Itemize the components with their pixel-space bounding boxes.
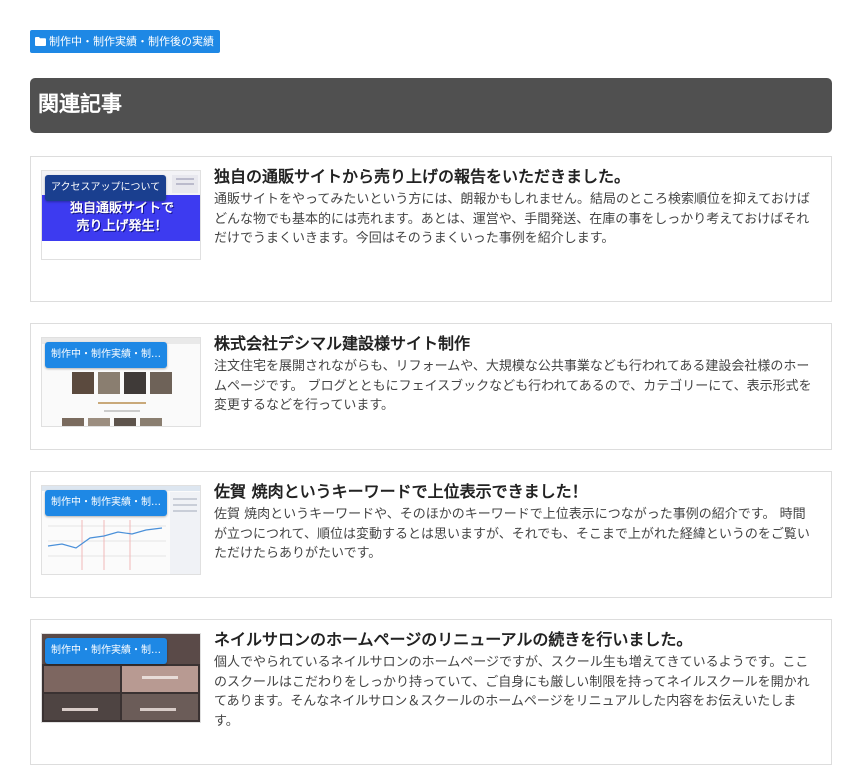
related-articles-heading: 関連記事 <box>30 78 832 133</box>
article-title-link[interactable]: 株式会社デシマル建設様サイト制作 <box>214 332 824 356</box>
article-excerpt: 注文住宅を展開されながらも、リフォームや、大規模な公共事業なども行われてある建設… <box>214 359 812 413</box>
page: 制作中・制作実績・制作後の実績 関連記事 独自通販サイトで 売り上げ発生！ アクセ… <box>0 0 851 780</box>
article-thumbnail[interactable]: 独自通販サイトで 売り上げ発生！ アクセスアップについて <box>41 170 201 260</box>
related-article-card[interactable]: 独自通販サイトで 売り上げ発生！ アクセスアップについて 独自の通販サイトから売り… <box>30 156 832 302</box>
article-category-badge: アクセスアップについて <box>45 175 167 201</box>
related-article-card[interactable]: 制作中・制作実績・制… 佐賀 焼肉というキーワードで上位表示できました！ 佐賀 … <box>30 471 832 598</box>
article-thumbnail[interactable]: 制作中・制作実績・制… <box>41 633 201 723</box>
category-tag-label: 制作中・制作実績・制作後の実績 <box>49 35 214 48</box>
category-tag-link[interactable]: 制作中・制作実績・制作後の実績 <box>30 30 220 53</box>
article-thumbnail[interactable]: 制作中・制作実績・制… <box>41 337 201 427</box>
article-title-link[interactable]: 独自の通販サイトから売り上げの報告をいただきました。 <box>214 165 824 189</box>
article-excerpt: 佐賀 焼肉というキーワードや、そのほかのキーワードで上位表示につながった事例の紹… <box>214 507 810 561</box>
article-category-badge: 制作中・制作実績・制… <box>45 342 167 368</box>
related-article-card[interactable]: 制作中・制作実績・制… ネイルサロンのホームページのリニューアルの続きを行いまし… <box>30 619 832 765</box>
article-excerpt: 個人でやられているネイルサロンのホームページですが、スクール生も増えてきているよ… <box>214 655 810 729</box>
article-category-badge: 制作中・制作実績・制… <box>45 490 167 516</box>
article-title-link[interactable]: ネイルサロンのホームページのリニューアルの続きを行いました。 <box>214 628 824 652</box>
thumbnail-text: 独自通販サイトで 売り上げ発生！ <box>69 201 174 234</box>
article-excerpt: 通販サイトをやってみたいという方には、朗報かもしれません。結局のところ検索順位を… <box>214 192 810 246</box>
folder-icon <box>35 37 46 46</box>
related-article-card[interactable]: 制作中・制作実績・制… 株式会社デシマル建設様サイト制作 注文住宅を展開されなが… <box>30 323 832 450</box>
article-title-link[interactable]: 佐賀 焼肉というキーワードで上位表示できました！ <box>214 480 824 504</box>
article-category-badge: 制作中・制作実績・制… <box>45 638 167 664</box>
article-thumbnail[interactable]: 制作中・制作実績・制… <box>41 485 201 575</box>
